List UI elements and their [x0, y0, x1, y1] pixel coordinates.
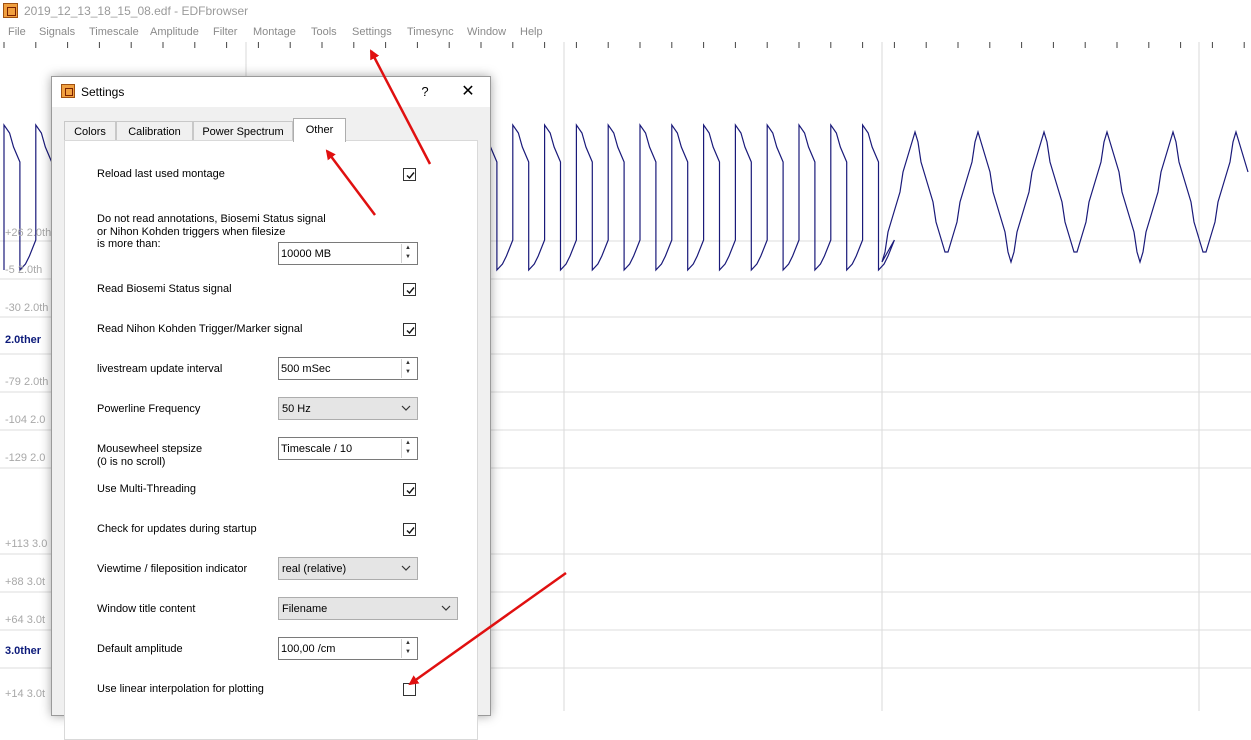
checkmark-icon	[406, 287, 415, 295]
mousewheel-spinbox[interactable]: Timescale / 10 ▲ ▼	[278, 437, 418, 460]
livestream-value: 500 mSec	[281, 363, 331, 375]
menu-amplitude[interactable]: Amplitude	[150, 26, 199, 38]
amplitude-label: Default amplitude	[97, 643, 183, 655]
nihon-kohden-label: Read Nihon Kohden Trigger/Marker signal	[97, 323, 303, 335]
signal-label: +26 2.0th	[5, 227, 52, 239]
menu-filter[interactable]: Filter	[213, 26, 237, 38]
menubar: File Signals Timescale Amplitude Filter …	[0, 24, 1251, 42]
spin-arrows[interactable]: ▲ ▼	[401, 439, 416, 458]
powerline-value: 50 Hz	[282, 403, 311, 415]
spin-down-icon[interactable]: ▼	[405, 369, 411, 375]
chevron-down-icon	[401, 405, 411, 411]
viewtime-combobox[interactable]: real (relative)	[278, 557, 418, 580]
window-title-label: Window title content	[97, 603, 196, 615]
spin-arrows[interactable]: ▲ ▼	[401, 639, 416, 658]
tab-power-spectrum[interactable]: Power Spectrum	[193, 121, 293, 141]
livestream-label: livestream update interval	[97, 363, 223, 375]
edfbrowser-icon	[3, 3, 18, 18]
amplitude-value: 100,00 /cm	[281, 643, 336, 655]
spin-arrows[interactable]: ▲ ▼	[401, 244, 416, 263]
spin-down-icon[interactable]: ▼	[405, 254, 411, 260]
menu-signals[interactable]: Signals	[39, 26, 75, 38]
checkmark-icon	[406, 327, 415, 335]
chevron-down-icon	[441, 605, 451, 611]
annotations-label-line3: is more than:	[97, 238, 161, 250]
signal-name-label[interactable]: 3.0ther	[5, 645, 41, 657]
filesize-value: 10000 MB	[281, 248, 332, 260]
menu-timescale[interactable]: Timescale	[89, 26, 139, 38]
checkmark-icon	[406, 172, 415, 180]
menu-montage[interactable]: Montage	[253, 26, 296, 38]
signal-label: -129 2.0	[5, 452, 46, 464]
spin-up-icon[interactable]: ▲	[405, 245, 411, 251]
multithreading-label: Use Multi-Threading	[97, 483, 197, 495]
nihon-kohden-checkbox[interactable]	[403, 323, 416, 336]
reload-montage-label: Reload last used montage	[97, 168, 225, 180]
window-title: 2019_12_13_18_15_08.edf - EDFbrowser	[24, 4, 249, 18]
spin-arrows[interactable]: ▲ ▼	[401, 359, 416, 378]
updates-checkbox[interactable]	[403, 523, 416, 536]
spin-up-icon[interactable]: ▲	[405, 360, 411, 366]
dialog-title: Settings	[81, 85, 125, 99]
spin-down-icon[interactable]: ▼	[405, 449, 411, 455]
tab-calibration[interactable]: Calibration	[116, 121, 193, 141]
powerline-label: Powerline Frequency	[97, 403, 201, 415]
menu-window[interactable]: Window	[467, 26, 506, 38]
tab-colors[interactable]: Colors	[64, 121, 116, 141]
window-titlebar: 2019_12_13_18_15_08.edf - EDFbrowser	[0, 0, 1251, 23]
dialog-titlebar[interactable]: Settings ? ✕	[52, 77, 490, 107]
close-button[interactable]: ✕	[456, 82, 480, 102]
powerline-combobox[interactable]: 50 Hz	[278, 397, 418, 420]
signal-name-label[interactable]: 2.0ther	[5, 334, 41, 346]
signal-label: -5 2.0th	[5, 264, 43, 276]
checkmark-icon	[406, 487, 415, 495]
multithreading-checkbox[interactable]	[403, 483, 416, 496]
signal-label: +88 3.0t	[5, 576, 46, 588]
mousewheel-value: Timescale / 10	[281, 443, 353, 455]
signal-label: -104 2.0	[5, 414, 46, 426]
signal-label: +64 3.0t	[5, 614, 46, 626]
menu-help[interactable]: Help	[520, 26, 543, 38]
viewtime-value: real (relative)	[282, 563, 347, 575]
mousewheel-label-line2: (0 is no scroll)	[97, 456, 166, 468]
viewtime-label: Viewtime / fileposition indicator	[97, 563, 248, 575]
checkmark-icon	[406, 527, 415, 535]
signal-label: +113 3.0	[5, 538, 48, 550]
reload-montage-checkbox[interactable]	[403, 168, 416, 181]
menu-timesync[interactable]: Timesync	[407, 26, 454, 38]
help-button[interactable]: ?	[415, 82, 435, 102]
interpolation-label: Use linear interpolation for plotting	[97, 683, 264, 695]
amplitude-spinbox[interactable]: 100,00 /cm ▲ ▼	[278, 637, 418, 660]
biosemi-label: Read Biosemi Status signal	[97, 283, 232, 295]
mousewheel-label-line1: Mousewheel stepsize	[97, 443, 203, 455]
menu-settings[interactable]: Settings	[352, 26, 392, 38]
spin-down-icon[interactable]: ▼	[405, 649, 411, 655]
settings-dialog: Settings ? ✕ Colors Calibration Power Sp…	[51, 76, 491, 740]
edfbrowser-icon	[61, 84, 75, 98]
signal-label: -79 2.0th	[5, 376, 49, 388]
livestream-spinbox[interactable]: 500 mSec ▲ ▼	[278, 357, 418, 380]
tab-panel-other: Reload last used montage Do not read ann…	[64, 140, 478, 740]
chevron-down-icon	[401, 565, 411, 571]
menu-tools[interactable]: Tools	[311, 26, 337, 38]
biosemi-checkbox[interactable]	[403, 283, 416, 296]
annotations-label-line1: Do not read annotations, Biosemi Status …	[97, 213, 326, 225]
filesize-spinbox[interactable]: 10000 MB ▲ ▼	[278, 242, 418, 265]
window-title-combobox[interactable]: Filename	[278, 597, 458, 620]
interpolation-checkbox[interactable]	[403, 683, 416, 696]
window-title-value: Filename	[282, 603, 328, 615]
spin-up-icon[interactable]: ▲	[405, 640, 411, 646]
updates-label: Check for updates during startup	[97, 523, 257, 535]
signal-label: -30 2.0th	[5, 302, 49, 314]
menu-file[interactable]: File	[8, 26, 26, 38]
signal-label: +14 3.0t	[5, 688, 46, 700]
spin-up-icon[interactable]: ▲	[405, 440, 411, 446]
tab-other[interactable]: Other	[293, 118, 346, 142]
